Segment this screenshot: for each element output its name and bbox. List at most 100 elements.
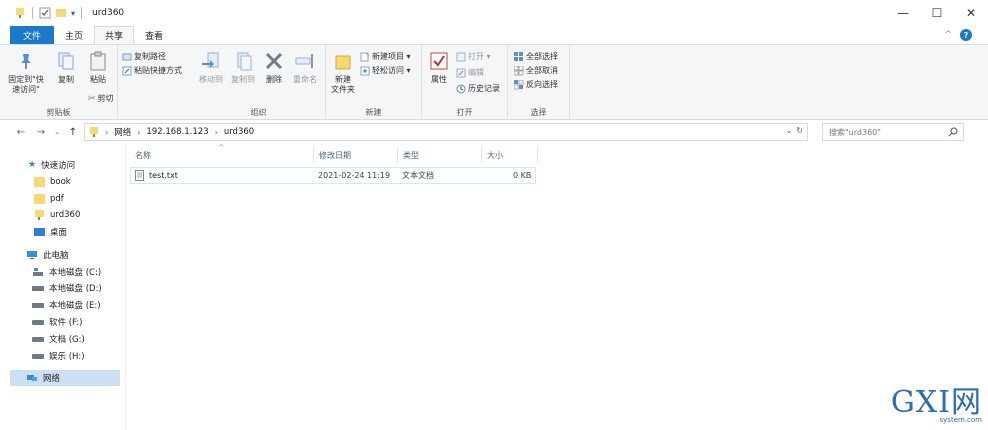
tab-view[interactable]: 查看 [134, 26, 174, 44]
back-button[interactable]: ← [14, 122, 28, 142]
properties-icon [430, 52, 448, 70]
network-icon [27, 375, 37, 381]
breadcrumb-folder[interactable]: urd360 [224, 127, 254, 137]
search-box[interactable]: 搜索"urd360" [822, 123, 964, 141]
forward-button[interactable]: → [34, 122, 48, 142]
copy-button[interactable]: 复制 [54, 50, 78, 85]
tab-share[interactable]: 共享 [94, 26, 135, 44]
address-bar[interactable]: › 网络 › 192.168.1.123 › urd360 ⌄ ↻ [84, 123, 808, 141]
easy-access-button[interactable]: 轻松访问 ▾ [360, 65, 411, 76]
copy-path-button[interactable]: 复制路径 [122, 51, 166, 62]
nav-this-pc[interactable]: 此电脑 [26, 247, 69, 263]
window-controls: — ☐ ✕ [886, 0, 988, 26]
select-none-label: 全部取消 [526, 66, 558, 75]
folder-icon [34, 194, 45, 204]
new-item-button[interactable]: 新建项目 ▾ [360, 51, 411, 62]
open-group-label: 打开 [456, 108, 473, 117]
open-label: 打开 ▾ [468, 52, 491, 61]
nav-drive-g[interactable]: 文档 (G:) [32, 331, 85, 347]
help-icon[interactable]: ? [960, 29, 972, 41]
paste-shortcut-button[interactable]: 粘贴快捷方式 [122, 65, 182, 76]
ribbon-tabs: 文件 主页 共享 查看 ^ ? [0, 26, 988, 44]
pin-icon [21, 54, 31, 69]
column-header-type[interactable]: 类型 [398, 147, 482, 163]
nav-drive-e[interactable]: 本地磁盘 (E:) [32, 297, 101, 313]
collapse-ribbon-icon[interactable]: ^ [944, 30, 952, 40]
properties-check-icon[interactable] [39, 7, 51, 19]
delete-label: 删除 [266, 75, 282, 84]
move-to-button[interactable]: 移动到 [196, 50, 226, 85]
rename-icon [295, 54, 313, 68]
move-to-label: 移动到 [199, 75, 223, 84]
tab-file[interactable]: 文件 [10, 26, 55, 44]
recent-locations-button[interactable]: ⌄ [50, 122, 64, 142]
rename-button[interactable]: 重命名 [290, 50, 320, 85]
breadcrumb-network[interactable]: 网络 [114, 126, 131, 138]
clipboard-group-label: 剪贴板 [46, 108, 71, 117]
invert-selection-button[interactable]: 反向选择 [514, 79, 558, 90]
open-group: 属性 打开 ▾ 编辑 历史记录 打开 [422, 45, 508, 120]
close-button[interactable]: ✕ [954, 0, 988, 26]
nav-item-desktop[interactable]: 桌面 [34, 224, 67, 240]
column-header-name[interactable]: 名称 [130, 147, 314, 163]
crumb-separator-icon: › [214, 127, 218, 137]
scissors-icon: ✂ [88, 93, 96, 104]
new-folder-label: 新建 文件夹 [331, 75, 355, 94]
ribbon: 固定到"快 速访问" 复制 粘贴 ✂ 剪切 剪贴板 复制路径 粘贴快捷方式 移动… [0, 44, 988, 120]
new-folder-icon[interactable] [55, 7, 67, 19]
new-folder-button[interactable]: 新建 文件夹 [328, 50, 358, 95]
tabs-right: ^ ? [944, 29, 972, 41]
history-button[interactable]: 历史记录 [456, 83, 500, 94]
file-row[interactable]: test.txt 2021-02-24 11:19 文本文档 0 KB [130, 167, 536, 184]
breadcrumb-host[interactable]: 192.168.1.123 [146, 127, 208, 137]
tab-home[interactable]: 主页 [54, 26, 94, 44]
drive-icon [32, 336, 44, 342]
open-button[interactable]: 打开 ▾ [456, 51, 491, 62]
column-header-size[interactable]: 大小 [482, 147, 538, 163]
file-modified: 2021-02-24 11:19 [318, 171, 391, 180]
copy-to-button[interactable]: 复制到 [228, 50, 258, 85]
paste-button[interactable]: 粘贴 [84, 50, 112, 85]
nav-item-pdf[interactable]: pdf [34, 191, 64, 207]
nav-quick-access[interactable]: ★ 快速访问 [28, 157, 75, 173]
nav-item-label: 本地磁盘 (D:) [49, 284, 102, 294]
nav-drive-f[interactable]: 软件 (F:) [32, 314, 82, 330]
minimize-button[interactable]: — [886, 0, 920, 26]
select-group-label: 选择 [530, 108, 547, 117]
copy-label: 复制 [58, 75, 74, 84]
file-name: test.txt [149, 171, 178, 180]
select-none-button[interactable]: 全部取消 [514, 65, 558, 76]
organize-group: 移动到 复制到 删除 重命名 组织 [192, 45, 326, 120]
nav-network-label: 网络 [43, 374, 61, 384]
qat-dropdown-icon[interactable]: ▾ [71, 9, 75, 18]
search-placeholder: 搜索"urd360" [829, 127, 881, 137]
nav-item-urd360[interactable]: urd360 [34, 207, 80, 223]
text-file-icon [135, 170, 144, 181]
title-bar: ▾ urd360 — ☐ ✕ [0, 0, 988, 26]
cut-button[interactable]: ✂ 剪切 [88, 93, 114, 104]
quick-access-toolbar: ▾ urd360 [0, 0, 124, 26]
nav-drive-c[interactable]: 本地磁盘 (C:) [32, 264, 101, 280]
maximize-button[interactable]: ☐ [920, 0, 954, 26]
cut-label: 剪切 [97, 94, 114, 103]
nav-quick-access-label: 快速访问 [41, 161, 76, 171]
delete-button[interactable]: 删除 [262, 50, 286, 85]
edit-button[interactable]: 编辑 [456, 67, 484, 78]
search-icon[interactable] [948, 127, 958, 137]
nav-item-label: urd360 [50, 210, 81, 220]
watermark-main: GXI网 [890, 385, 982, 420]
nav-item-book[interactable]: book [34, 174, 71, 190]
select-all-button[interactable]: 全部选择 [514, 51, 558, 62]
watermark-logo: GXI网 system.com [890, 385, 982, 425]
address-dropdown-icon[interactable]: ⌄ [786, 126, 793, 135]
nav-network[interactable]: 网络 [10, 370, 120, 386]
up-button[interactable]: ↑ [66, 122, 80, 142]
column-header-modified[interactable]: 修改日期 [314, 147, 398, 163]
nav-drive-h[interactable]: 娱乐 (H:) [32, 348, 85, 364]
refresh-icon[interactable]: ↻ [796, 126, 803, 135]
new-group: 新建 文件夹 新建项目 ▾ 轻松访问 ▾ 新建 [326, 45, 422, 120]
computer-icon [27, 251, 37, 259]
pin-quick-access-button[interactable]: 固定到"快 速访问" [6, 50, 46, 95]
properties-button[interactable]: 属性 [426, 50, 452, 85]
nav-drive-d[interactable]: 本地磁盘 (D:) [32, 280, 102, 296]
